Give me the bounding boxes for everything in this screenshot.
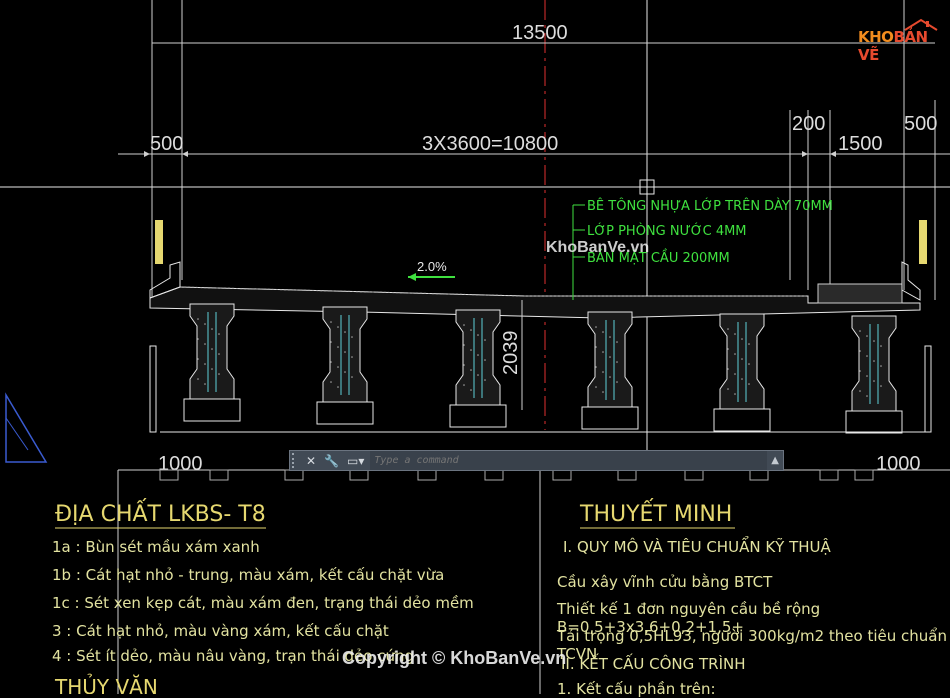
dim-sidewalk: 1500 [838, 133, 883, 155]
description-section: I. QUY MÔ VÀ TIÊU CHUẨN KỸ THUẬ [563, 538, 831, 556]
logo: KHOBẢN VẼ [858, 28, 950, 64]
dim-bottom-left: 1000 [158, 453, 203, 475]
command-prompt-icon[interactable]: ▭▾ [347, 454, 364, 468]
geology-item: 1c : Sét xen kẹp cát, màu xám đen, trạng… [52, 594, 474, 612]
dim-lanes: 3X3600=10800 [422, 133, 558, 155]
cad-drawing-canvas[interactable]: 13500 500 3X3600=10800 200 1500 500 2.0%… [0, 0, 950, 694]
railing-posts [155, 220, 927, 264]
dim-left-margin: 500 [150, 133, 183, 155]
layer-waterproof: LỚP PHÒNG NƯỚC 4MM [587, 223, 747, 239]
dim-slope: 2.0% [417, 259, 447, 274]
dim-height: 2039 [500, 331, 522, 376]
drag-handle[interactable] [292, 453, 302, 468]
close-icon[interactable]: ✕ [306, 454, 316, 468]
girder [713, 313, 771, 432]
command-input[interactable] [370, 451, 768, 470]
watermark-center: KhoBanVe.vn [546, 239, 650, 256]
watermark-copyright: Copyright © KhoBanVe.vn [342, 648, 567, 668]
description-line: Cầu xây vĩnh cửu bằng BTCT [557, 573, 773, 591]
description-section: II. KẾT CẤU CÔNG TRÌNH [561, 655, 746, 673]
chevron-up-icon[interactable]: ▲ [771, 455, 779, 466]
dimension-tick [617, 469, 637, 481]
deck-slab [149, 286, 921, 319]
dimension-tick [417, 469, 437, 481]
view-triangle-line [5, 417, 29, 451]
dimension-tick [819, 469, 839, 481]
girder [183, 303, 241, 422]
dim-bottom-right: 1000 [876, 453, 921, 475]
girders [183, 303, 903, 434]
geology-item: 1b : Cát hạt nhỏ - trung, màu xám, kết c… [52, 566, 445, 584]
dim-barrier: 200 [792, 113, 825, 135]
dimension-tick [349, 469, 369, 481]
geology-title: ĐỊA CHẤT LKBS- T8 [55, 499, 266, 527]
sidewalk-block [817, 283, 903, 304]
dimension-tick [684, 469, 704, 481]
slope-arrow-head [408, 273, 416, 281]
command-line-bar[interactable]: ✕ 🔧 ▭▾ ▲ [289, 450, 784, 471]
logo-part1: KHO [858, 28, 894, 46]
dimension-tick [209, 469, 229, 481]
dim-total: 13500 [512, 22, 568, 44]
description-line: 1. Kết cấu phần trên: [557, 680, 716, 698]
description-title: THUYẾT MINH [579, 499, 732, 527]
view-triangle-icon [5, 392, 48, 463]
dim-right-margin: 500 [904, 113, 937, 135]
geology-item: 1a : Bùn sét mầu xám xanh [52, 538, 260, 556]
right-parapet [901, 261, 921, 301]
wrench-icon[interactable]: 🔧 [324, 454, 339, 468]
dimension-tick [284, 469, 304, 481]
girder [316, 306, 374, 425]
girder [449, 309, 507, 428]
left-abutment [149, 345, 157, 433]
geology-item: 3 : Cát hạt nhỏ, màu vàng xám, kết cấu c… [52, 622, 389, 640]
right-abutment [924, 345, 932, 433]
girder [581, 311, 639, 430]
girder [845, 315, 903, 434]
dimension-tick [854, 469, 874, 481]
hydrology-title: THỦY VĂN [54, 674, 158, 694]
dimension-tick [749, 469, 769, 481]
layer-asphalt: BÊ TÔNG NHỰA LỚP TRÊN DÀY 70MM [587, 198, 833, 214]
